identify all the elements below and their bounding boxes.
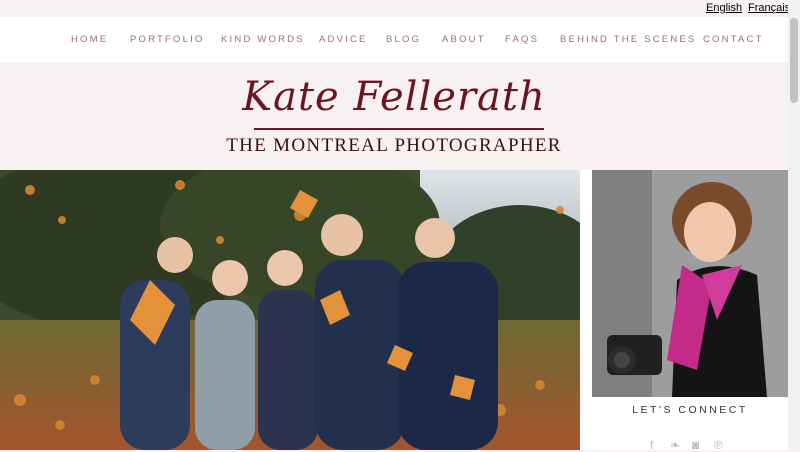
language-bar: English Français bbox=[0, 0, 790, 17]
hero-photo-illustration bbox=[0, 170, 580, 450]
nav-kind-words[interactable]: KIND WORDS bbox=[221, 34, 305, 45]
hero-photo bbox=[0, 170, 580, 450]
logo-name[interactable]: Kate Fellerath bbox=[0, 74, 788, 120]
logo-underline bbox=[254, 128, 544, 130]
scrollbar-thumb[interactable] bbox=[790, 18, 798, 103]
main-nav: HOME PORTFOLIO KIND WORDS ADVICE BLOG AB… bbox=[0, 17, 788, 62]
nav-portfolio[interactable]: PORTFOLIO bbox=[130, 34, 205, 45]
nav-advice[interactable]: ADVICE bbox=[319, 34, 368, 45]
nav-faqs[interactable]: FAQS bbox=[505, 34, 539, 45]
sidebar: LET'S CONNECT f ❧ ◙ ℗ bbox=[580, 170, 788, 452]
language-english-link[interactable]: English bbox=[706, 2, 742, 14]
nav-blog[interactable]: BLOG bbox=[386, 34, 421, 45]
nav-behind-the-scenes[interactable]: BEHIND THE SCENES bbox=[560, 34, 696, 45]
lets-connect-heading: LET'S CONNECT bbox=[632, 404, 748, 416]
nav-contact[interactable]: CONTACT bbox=[703, 34, 764, 45]
scrollbar[interactable] bbox=[788, 0, 800, 450]
photographer-portrait bbox=[592, 170, 788, 397]
nav-home[interactable]: HOME bbox=[71, 34, 108, 45]
site-header: Kate Fellerath THE MONTREAL PHOTOGRAPHER bbox=[0, 62, 788, 170]
logo-tagline: THE MONTREAL PHOTOGRAPHER bbox=[226, 135, 562, 156]
nav-about[interactable]: ABOUT bbox=[442, 34, 486, 45]
language-french-link[interactable]: Français bbox=[748, 2, 790, 14]
portrait-illustration bbox=[592, 170, 788, 397]
